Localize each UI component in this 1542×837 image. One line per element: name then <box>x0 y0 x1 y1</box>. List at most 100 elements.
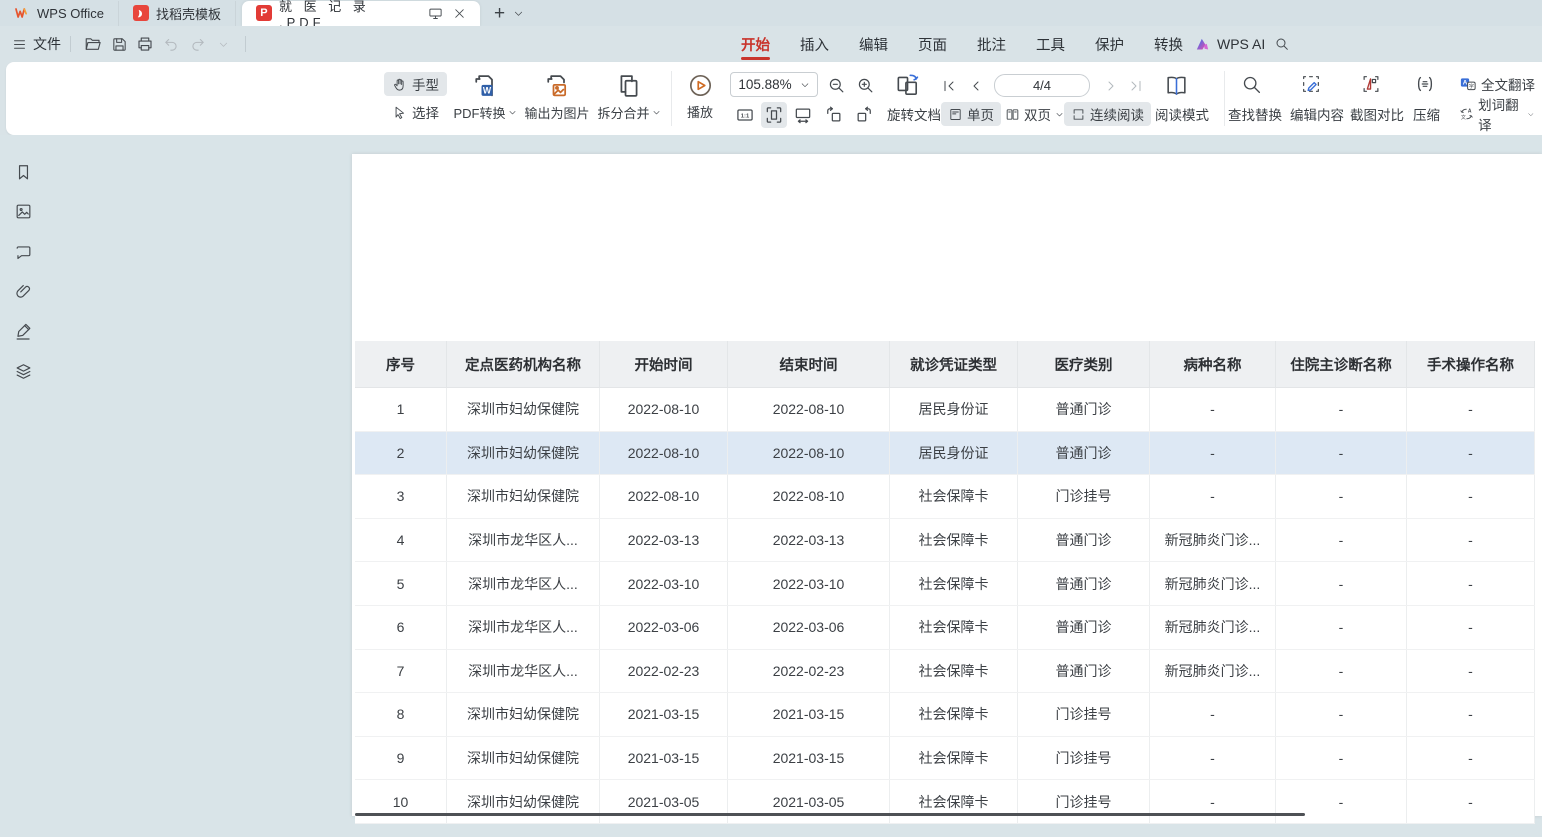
tab-list-chevron-icon[interactable] <box>513 8 524 19</box>
pdf-file-icon: P <box>256 5 272 21</box>
full-translate-label: 全文翻译 <box>1481 74 1535 94</box>
find-replace-icon <box>1241 74 1262 95</box>
table-row: 1深圳市妇幼保健院2022-08-102022-08-10居民身份证普通门诊--… <box>355 388 1535 432</box>
new-tab-button[interactable]: + <box>494 4 505 23</box>
select-tool-button[interactable]: 选择 <box>384 100 447 124</box>
tab-docer-label: 找稻壳模板 <box>156 4 221 23</box>
continuous-read-button[interactable]: 连续阅读 <box>1064 102 1151 126</box>
first-page-button[interactable] <box>936 73 962 99</box>
menu-search-button[interactable] <box>1270 32 1294 56</box>
ribbon-tabs: 开始 插入 编辑 页面 批注 工具 保护 转换 <box>726 26 1198 62</box>
edit-content-button[interactable] <box>1298 71 1324 97</box>
word-translate-button[interactable]: 文 A 划词翻译 <box>1452 102 1542 126</box>
table-cell: - <box>1276 780 1407 823</box>
rotate-document-button[interactable] <box>892 70 922 100</box>
table-cell: 新冠肺炎门诊... <box>1150 650 1276 693</box>
table-cell: 深圳市龙华区人... <box>447 650 600 693</box>
table-cell: - <box>1276 388 1407 431</box>
next-page-button[interactable] <box>1098 73 1124 99</box>
table-cell: 1 <box>355 388 447 431</box>
layers-icon <box>14 362 33 381</box>
compress-button[interactable] <box>1412 71 1438 97</box>
find-replace-button[interactable] <box>1238 71 1264 97</box>
table-cell: 2022-03-10 <box>600 562 728 605</box>
tab-edit[interactable]: 编辑 <box>844 26 903 62</box>
actual-size-button[interactable]: 1:1 <box>732 102 758 128</box>
page-number-input[interactable]: 4/4 <box>994 74 1090 97</box>
hand-tool-button[interactable]: 手型 <box>384 72 447 96</box>
tab-home[interactable]: 开始 <box>726 26 785 62</box>
double-page-label: 双页 <box>1024 104 1051 124</box>
screenshot-compare-label-button[interactable]: 截图对比 <box>1343 102 1411 126</box>
single-page-button[interactable]: 单页 <box>941 102 1001 126</box>
zoom-out-button[interactable] <box>823 72 849 98</box>
attachments-panel-button[interactable] <box>10 278 36 304</box>
table-cell: 2022-08-10 <box>600 432 728 475</box>
undo-history-chevron-icon[interactable] <box>210 32 236 56</box>
zoom-level-select[interactable]: 105.88% <box>730 72 818 97</box>
table-row: 3深圳市妇幼保健院2022-08-102022-08-10社会保障卡门诊挂号--… <box>355 475 1535 519</box>
export-image-button[interactable]: 输出为图片 <box>520 72 594 122</box>
fit-page-button[interactable] <box>761 102 787 128</box>
tab-comment[interactable]: 批注 <box>962 26 1021 62</box>
print-button[interactable] <box>132 32 158 56</box>
table-cell: 2022-08-10 <box>728 475 890 518</box>
double-page-button[interactable]: 双页 <box>998 102 1071 126</box>
redo-icon <box>189 36 206 53</box>
signature-panel-button[interactable] <box>10 318 36 344</box>
table-cell: 2 <box>355 432 447 475</box>
chevron-down-icon <box>652 108 661 117</box>
rotate-right-button[interactable] <box>851 102 877 128</box>
table-cell: 门诊挂号 <box>1018 780 1150 823</box>
rotate-left-button[interactable] <box>821 102 847 128</box>
tab-document[interactable]: P 就 医 记 录 .PDF <box>242 1 480 26</box>
present-to-screen-icon[interactable] <box>428 6 443 21</box>
wps-ai-button[interactable]: WPS AI <box>1194 26 1265 62</box>
word-translate-icon: 文 A <box>1459 105 1474 123</box>
play-icon <box>687 72 714 99</box>
find-replace-label: 查找替换 <box>1228 104 1282 124</box>
tab-page[interactable]: 页面 <box>903 26 962 62</box>
undo-button[interactable] <box>158 32 184 56</box>
fit-width-button[interactable] <box>790 102 816 128</box>
zoom-in-button[interactable] <box>852 72 878 98</box>
read-mode-label-button[interactable]: 阅读模式 <box>1148 102 1216 126</box>
read-mode-button[interactable] <box>1161 70 1191 100</box>
tab-wps-office[interactable]: WPS Office <box>0 1 119 26</box>
svg-text:A: A <box>1463 80 1468 87</box>
rotate-document-label-button[interactable]: 旋转文档 <box>880 102 948 126</box>
edit-content-label-button[interactable]: 编辑内容 <box>1283 102 1351 126</box>
table-cell: - <box>1276 650 1407 693</box>
bookmarks-panel-button[interactable] <box>10 159 36 185</box>
thumbnails-panel-button[interactable] <box>10 198 36 224</box>
screenshot-compare-button[interactable] <box>1358 71 1384 97</box>
close-tab-icon[interactable] <box>453 7 466 20</box>
tab-docer[interactable]: 找稻壳模板 <box>119 1 236 26</box>
previous-page-button[interactable] <box>963 73 989 99</box>
split-merge-button[interactable]: 拆分合并 <box>594 72 664 122</box>
table-cell: 普通门诊 <box>1018 562 1150 605</box>
comments-panel-button[interactable] <box>10 239 36 265</box>
rotate-document-icon <box>894 72 920 98</box>
full-translate-button[interactable]: A 字 全文翻译 <box>1452 72 1542 96</box>
layers-panel-button[interactable] <box>10 358 36 384</box>
last-page-button[interactable] <box>1123 73 1149 99</box>
table-cell: 社会保障卡 <box>890 475 1018 518</box>
save-button[interactable] <box>106 32 132 56</box>
table-row: 7深圳市龙华区人...2022-02-232022-02-23社会保障卡普通门诊… <box>355 650 1535 694</box>
find-replace-label-button[interactable]: 查找替换 <box>1221 102 1289 126</box>
table-cell: - <box>1150 737 1276 780</box>
pdf-page[interactable]: 序号定点医药机构名称开始时间结束时间就诊凭证类型医疗类别病种名称住院主诊断名称手… <box>352 154 1542 816</box>
redo-button[interactable] <box>184 32 210 56</box>
tab-protect[interactable]: 保护 <box>1080 26 1139 62</box>
compress-label-button[interactable]: 压缩 <box>1406 102 1447 126</box>
file-menu-label: 文件 <box>33 34 61 54</box>
tab-convert[interactable]: 转换 <box>1139 26 1198 62</box>
open-file-button[interactable] <box>80 32 106 56</box>
pdf-convert-button[interactable]: W PDF转换 <box>449 72 521 122</box>
tab-insert[interactable]: 插入 <box>785 26 844 62</box>
tab-tools[interactable]: 工具 <box>1021 26 1080 62</box>
file-menu-button[interactable]: 文件 <box>12 34 61 54</box>
play-button[interactable]: 播放 <box>678 72 722 121</box>
table-cell: - <box>1407 432 1535 475</box>
